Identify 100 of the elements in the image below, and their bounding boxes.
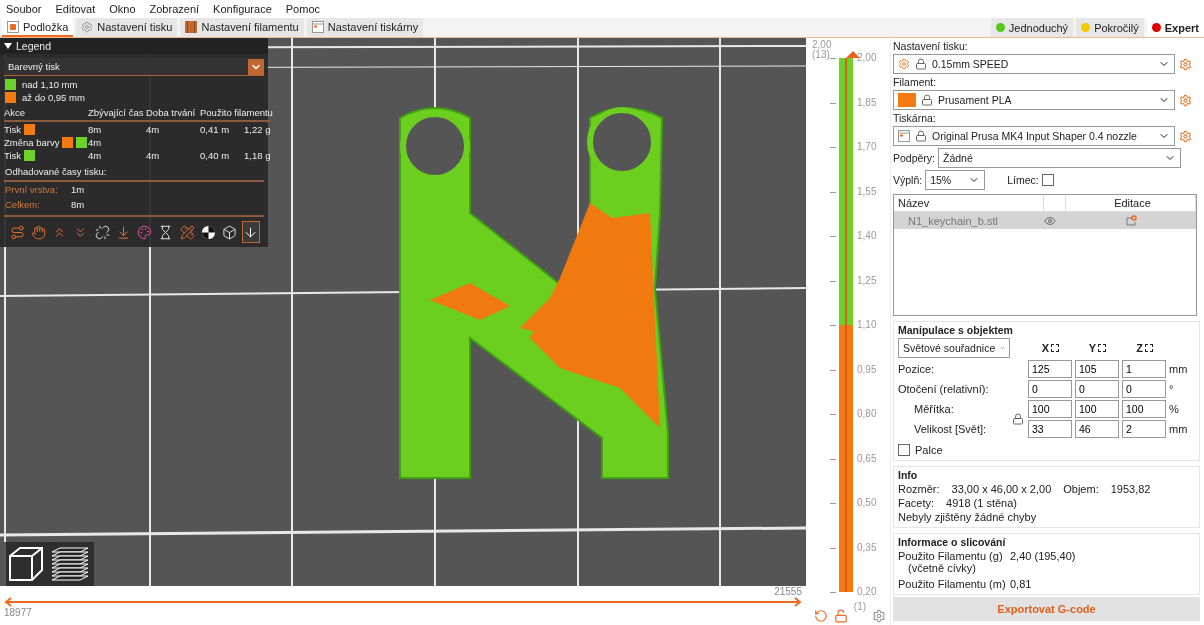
toolbar-toggle[interactable]: [241, 221, 260, 243]
unit-label: mm: [1169, 363, 1189, 376]
expand-triangle-icon: [4, 42, 12, 50]
info-value: 0,81: [1010, 578, 1033, 591]
number-field[interactable]: 100: [1122, 400, 1166, 419]
eye-icon[interactable]: [1044, 214, 1056, 227]
mode-button[interactable]: Pokročilý: [1076, 18, 1144, 37]
print-profile-dropdown[interactable]: 0.15mm SPEED: [893, 54, 1175, 74]
height-tick-label: 0,95: [857, 363, 877, 376]
printer-dropdown[interactable]: Original Prusa MK4 Input Shaper 0.4 nozzle: [893, 126, 1175, 146]
height-tick-label: 1,40: [857, 230, 877, 242]
filament-dropdown[interactable]: Prusament PLA: [893, 90, 1175, 110]
lock-icon[interactable]: [1012, 413, 1024, 426]
unit-label: °: [1169, 383, 1175, 396]
tab[interactable]: Podložka: [2, 18, 74, 37]
column-header: Zbývající čas: [88, 107, 144, 118]
table-cell-text: 0,41 m: [200, 124, 231, 135]
column-header: Editace: [1066, 195, 1196, 211]
number-field[interactable]: 2: [1122, 420, 1166, 439]
horizontal-range-slider[interactable]: [4, 597, 802, 607]
table-cell: 1,22 g: [244, 124, 271, 135]
number-field[interactable]: 0: [1122, 380, 1166, 399]
axis-reset-icon[interactable]: [1144, 344, 1153, 353]
unlock-icon[interactable]: [833, 609, 848, 623]
infill-dropdown[interactable]: 15%: [925, 170, 986, 190]
settings-icon: [898, 58, 910, 70]
estimate-label: První vrstva:: [5, 184, 59, 195]
3d-viewport[interactable]: [0, 38, 806, 586]
supports-dropdown[interactable]: Žádné: [938, 148, 1182, 168]
settings-icon[interactable]: [1179, 57, 1192, 71]
settings-icon: [81, 20, 94, 33]
tab[interactable]: Nastavení tiskárny: [306, 18, 424, 37]
slider-end-value: 21555: [774, 586, 802, 597]
hand-icon: [30, 224, 46, 240]
table-cell-text: 4m: [146, 150, 161, 161]
menu-item[interactable]: Okno: [109, 3, 136, 15]
settings-icon[interactable]: [1179, 129, 1192, 143]
info-value: 2,40 (195,40): [1010, 550, 1077, 565]
view-type-dropdown[interactable]: Barevný tisk: [4, 58, 264, 76]
settings-icon[interactable]: [1179, 93, 1192, 107]
info-value: 1953,82: [1110, 483, 1151, 496]
settings-icon[interactable]: [872, 609, 886, 623]
number-field[interactable]: 0: [1028, 380, 1072, 399]
number-field[interactable]: 105: [1075, 360, 1119, 379]
bottom-layer-number: (1): [853, 602, 867, 612]
tab[interactable]: Nastavení tisku: [76, 18, 178, 37]
section-title: Informace o slicování: [898, 536, 1007, 549]
info-label: Použito Filamentu (g): [898, 550, 1004, 563]
number-field[interactable]: 100: [1075, 400, 1119, 419]
top-layer-number: (13): [812, 50, 830, 60]
top-height-value: 2,00: [812, 40, 833, 50]
inches-checkbox[interactable]: [898, 444, 910, 457]
height-tick-label: 0,50: [857, 497, 877, 509]
menu-item[interactable]: Pomoc: [285, 3, 321, 15]
number-field[interactable]: 46: [1075, 420, 1119, 439]
brim-checkbox[interactable]: [1041, 174, 1054, 186]
coordinates-dropdown[interactable]: Světové souřadnice: [898, 338, 1010, 359]
printer-window-icon: [898, 130, 910, 142]
number-field[interactable]: 100: [1028, 400, 1072, 419]
number-field[interactable]: 0: [1075, 380, 1119, 399]
menu-item[interactable]: Konfigurace: [213, 3, 272, 15]
axis-reset-icon[interactable]: [1098, 344, 1107, 353]
info-sublabel: (včetně cívky): [907, 562, 977, 575]
number-field[interactable]: 33: [1028, 420, 1072, 439]
menu-item[interactable]: Editovat: [55, 3, 96, 15]
info-label: Použito Filamentu (m): [898, 578, 1007, 591]
estimate-value: 1m: [71, 184, 85, 195]
mode-button[interactable]: Expert: [1146, 18, 1204, 37]
printer-window-icon: [311, 20, 324, 33]
menu-item[interactable]: Soubor: [6, 3, 42, 15]
filament-spool-icon: [185, 20, 198, 33]
height-tick-label: 1,55: [857, 185, 877, 198]
field-label: Límec:: [1007, 174, 1039, 186]
range-label: nad 1,10 mm: [22, 79, 78, 90]
mode-button[interactable]: Jednoduchý: [990, 18, 1074, 37]
cube-view-icon[interactable]: [6, 544, 46, 584]
action-label: Změna barvy: [4, 137, 60, 148]
info-label: Rozměr:: [898, 483, 940, 496]
height-tick-label: 0,35: [857, 541, 877, 554]
table-cell: 1,18 g: [244, 150, 271, 161]
axis-label: Z: [1136, 342, 1143, 355]
slider-start-value: 18977: [4, 607, 32, 618]
tab[interactable]: Nastavení filamentu: [180, 18, 304, 37]
axis-label: X: [1041, 342, 1050, 355]
height-tick-label: 1,85: [857, 96, 877, 109]
number-field[interactable]: 1: [1122, 360, 1166, 379]
height-tick-label: 1,25: [857, 274, 877, 287]
column-header: Název: [894, 195, 1044, 211]
axis-reset-icon[interactable]: [1051, 344, 1060, 353]
height-tick-label: 1,10: [857, 319, 877, 331]
lock-icon: [915, 58, 927, 70]
legend-header[interactable]: Legend: [0, 38, 268, 54]
pencil-icon: [179, 224, 195, 240]
undo-icon[interactable]: [814, 609, 828, 623]
info-label: Objem:: [1063, 483, 1099, 496]
number-field[interactable]: 125: [1028, 360, 1072, 379]
menu-item[interactable]: Zobrazení: [149, 3, 200, 15]
height-tick-label: 1,70: [857, 141, 877, 153]
table-cell-text: 4m: [146, 124, 161, 135]
cube-outline-icon: [222, 224, 238, 240]
